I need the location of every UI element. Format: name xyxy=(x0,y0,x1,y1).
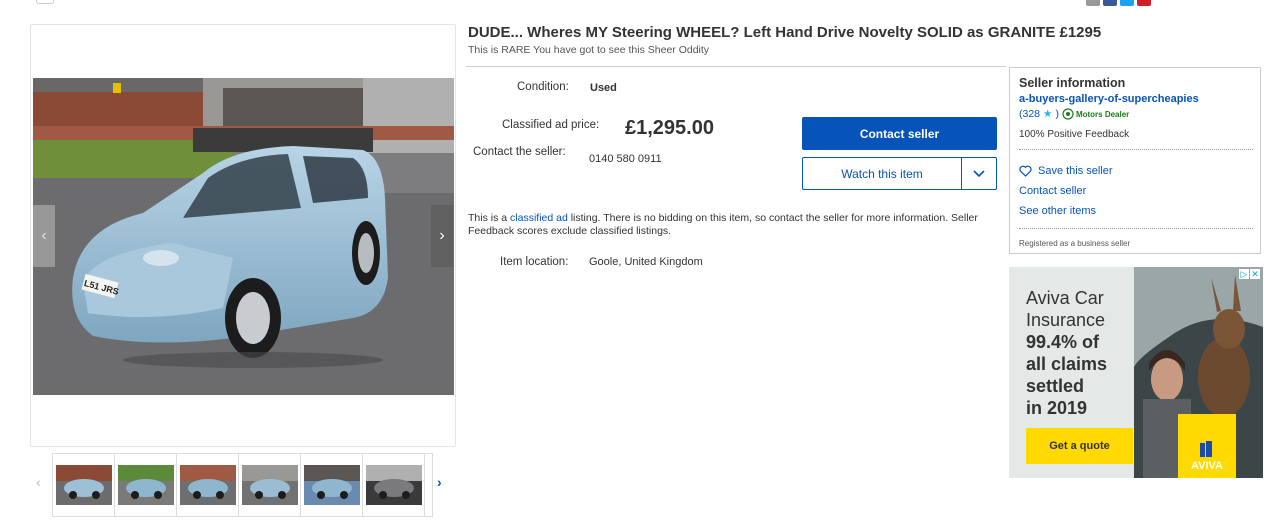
classified-ad-link[interactable]: classified ad xyxy=(510,212,568,224)
thumbnail-image[interactable] xyxy=(301,454,363,516)
next-image-arrow[interactable]: › xyxy=(431,205,453,267)
save-seller-label[interactable]: Save this seller xyxy=(1038,165,1113,177)
ad-choices[interactable]: ▷ ✕ xyxy=(1239,269,1260,279)
listing-subtitle: This is RARE You have got to see this Sh… xyxy=(468,44,710,56)
previous-image-arrow[interactable]: ‹ xyxy=(33,205,55,267)
ad-line: in 2019 xyxy=(1026,398,1088,418)
share-icons xyxy=(1086,0,1151,6)
price-value: £1,295.00 xyxy=(625,117,714,139)
pinterest-share-icon[interactable] xyxy=(1137,0,1151,6)
dealer-badge-text: Motors Dealer xyxy=(1075,109,1130,119)
contact-label: Contact the seller: xyxy=(473,146,566,158)
star-icon: ★ xyxy=(1043,108,1053,120)
watch-item-label[interactable]: Watch this item xyxy=(803,158,962,189)
aviva-logo-icon xyxy=(1200,441,1212,457)
thumbs-next-icon[interactable]: › xyxy=(437,474,442,490)
aviva-logo-text: AVIVA xyxy=(1191,460,1223,472)
thumbnail-image[interactable] xyxy=(239,454,301,516)
thumbnail-strip xyxy=(52,453,433,517)
seller-name-link[interactable]: a-buyers-gallery-of-supercheapies xyxy=(1019,93,1199,105)
listing-title: DUDE... Wheres MY Steering WHEEL? Left H… xyxy=(468,24,1102,41)
location-label: Item location: xyxy=(500,256,569,268)
seller-info-panel: Seller information a-buyers-gallery-of-s… xyxy=(1009,67,1261,254)
contact-seller-link[interactable]: Contact seller xyxy=(1019,185,1086,197)
ad-line: all claims xyxy=(1026,354,1108,374)
ad-info-icon[interactable]: ▷ xyxy=(1239,269,1249,279)
condition-label: Condition: xyxy=(517,81,569,93)
thumbnail-image[interactable] xyxy=(363,454,425,516)
classified-info: This is a classified ad listing. There i… xyxy=(468,212,988,238)
facebook-share-icon[interactable] xyxy=(1103,0,1117,6)
contact-phone: 0140 580 0911 xyxy=(589,153,662,165)
thumbnail-image[interactable] xyxy=(115,454,177,516)
thumbnail-image[interactable] xyxy=(53,454,115,516)
seller-info-heading: Seller information xyxy=(1019,76,1126,90)
seller-feedback-score[interactable]: (328 ★ ) Motors Dealer xyxy=(1019,108,1129,120)
main-car-photo[interactable]: L51 JRS xyxy=(33,78,454,395)
score-close: ) xyxy=(1055,108,1059,120)
ad-line: Insurance xyxy=(1026,310,1106,330)
save-seller-link[interactable]: Save this seller xyxy=(1019,165,1113,177)
divider xyxy=(466,66,1006,67)
twitter-share-icon[interactable] xyxy=(1120,0,1134,6)
positive-feedback: 100% Positive Feedback xyxy=(1019,129,1130,140)
divider xyxy=(1019,149,1253,150)
condition-value: Used xyxy=(590,82,617,94)
business-seller-note: Registered as a business seller xyxy=(1019,239,1131,248)
ad-line: 99.4% of xyxy=(1026,332,1100,352)
info-prefix: This is a xyxy=(468,212,511,224)
aviva-logo: AVIVA xyxy=(1178,414,1236,478)
email-share-icon[interactable] xyxy=(1086,0,1100,6)
compare-checkbox[interactable] xyxy=(36,0,54,4)
see-other-items-link[interactable]: See other items xyxy=(1019,205,1096,217)
aviva-advert[interactable]: ▷ ✕ Aviva Car Insurance 99.4% of all cla… xyxy=(1009,267,1263,478)
thumbs-prev-icon[interactable]: ‹ xyxy=(36,474,41,490)
ad-line: settled xyxy=(1026,376,1085,396)
price-label: Classified ad price: xyxy=(502,119,600,131)
chevron-down-icon[interactable] xyxy=(962,158,996,189)
get-quote-button[interactable]: Get a quote xyxy=(1026,428,1133,464)
watch-item-button[interactable]: Watch this item xyxy=(802,157,997,190)
advert-headline: Aviva Car Insurance 99.4% of all claims … xyxy=(1026,287,1107,419)
divider xyxy=(1019,228,1253,229)
image-viewer: L51 JRS ‹ › xyxy=(30,24,456,447)
ad-close-icon[interactable]: ✕ xyxy=(1250,269,1260,279)
location-value: Goole, United Kingdom xyxy=(589,256,703,268)
contact-seller-button[interactable]: Contact seller xyxy=(802,117,997,150)
motors-dealer-badge: Motors Dealer xyxy=(1062,108,1129,120)
ad-line: Aviva Car xyxy=(1026,288,1104,308)
dealer-badge-icon xyxy=(1062,108,1074,120)
thumbnail-image[interactable] xyxy=(177,454,239,516)
score-text: (328 xyxy=(1019,108,1041,120)
heart-icon xyxy=(1019,165,1032,177)
